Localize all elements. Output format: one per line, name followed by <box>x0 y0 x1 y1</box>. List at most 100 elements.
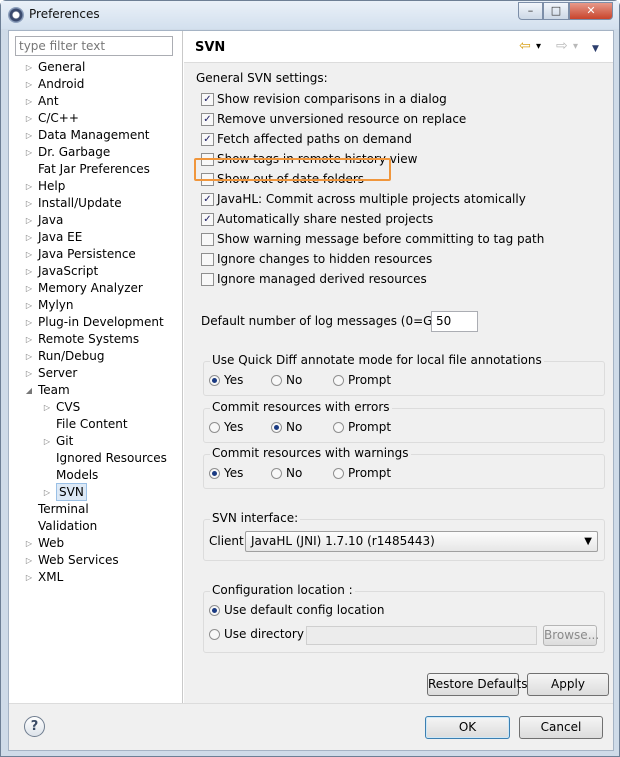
page-header: SVN ⇦ ▾ ⇨ ▾ ▼ <box>184 31 613 63</box>
right-pane: SVN ⇦ ▾ ⇨ ▾ ▼ General SVN settings: ✓ Sho… <box>184 31 613 703</box>
eclipse-icon <box>8 7 24 23</box>
tree-item-label: Web <box>38 536 65 550</box>
expand-arrow-icon[interactable]: ▷ <box>24 93 34 110</box>
log-count-label: Default number of log messages (0=Get Al… <box>201 314 468 328</box>
radio-label: No <box>286 420 303 434</box>
restore-defaults-button[interactable]: Restore Defaults <box>427 673 527 696</box>
expand-arrow-icon[interactable]: ▷ <box>24 297 34 314</box>
checkbox-checked-icon: ✓ <box>201 113 214 126</box>
tree-item-label: Validation <box>38 519 98 533</box>
checkbox-checked-icon: ✓ <box>201 93 214 106</box>
expand-arrow-icon[interactable]: ▷ <box>24 144 34 161</box>
dialog-body: type filter text ▷ General ▷ Android ▷ Ant ▷ C/… <box>8 30 614 751</box>
expand-arrow-icon[interactable]: ▷ <box>24 59 34 76</box>
tree-item-label: Fat Jar Preferences <box>38 162 150 176</box>
radio-label: Yes <box>224 466 244 480</box>
page-title: SVN <box>195 40 226 55</box>
expand-arrow-icon[interactable]: ▷ <box>24 76 34 93</box>
tree-item-label: C/C++ <box>38 111 79 125</box>
close-button[interactable]: ✕ <box>569 2 613 20</box>
view-menu-icon[interactable]: ▼ <box>592 43 599 55</box>
filter-input[interactable]: type filter text <box>15 36 173 56</box>
expand-arrow-icon[interactable]: ▷ <box>42 433 52 450</box>
minimize-button[interactable]: – <box>518 2 543 20</box>
client-select[interactable]: JavaHL (JNI) 1.7.10 (r1485443) ▼ <box>245 531 598 552</box>
tree-item-label: General <box>38 60 86 74</box>
expand-arrow-icon[interactable]: ▷ <box>24 263 34 280</box>
ok-button[interactable]: OK <box>425 716 510 739</box>
option-label: Fetch affected paths on demand <box>217 132 412 146</box>
tree-item-label: Android <box>38 77 85 91</box>
apply-button[interactable]: Apply <box>527 673 609 696</box>
checkbox-checked-icon: ✓ <box>201 133 214 146</box>
radio-group-title: Commit resources with errors <box>210 400 392 414</box>
checkbox-empty-icon <box>201 253 214 266</box>
maximize-button[interactable]: □ <box>543 2 569 20</box>
expand-arrow-icon[interactable]: ▷ <box>24 331 34 348</box>
expand-arrow-icon[interactable]: ▷ <box>24 127 34 144</box>
radio-dot <box>209 468 220 479</box>
expand-arrow-icon[interactable]: ▷ <box>24 110 34 127</box>
tree-item-label: Java Persistence <box>38 247 136 261</box>
client-select-value: JavaHL (JNI) 1.7.10 (r1485443) <box>251 534 435 548</box>
radio-dot <box>209 605 220 616</box>
radio-label: Prompt <box>348 420 392 434</box>
tree-item-label: Plug-in Development <box>38 315 164 329</box>
tree-item-label: Ant <box>38 94 59 108</box>
expand-arrow-icon[interactable]: ▷ <box>24 195 34 212</box>
expand-arrow-icon[interactable]: ▷ <box>24 229 34 246</box>
radio-dot <box>271 375 282 386</box>
window-title: Preferences <box>29 7 100 21</box>
option-label: JavaHL: Commit across multiple projects … <box>217 192 526 206</box>
tree-item-label: Server <box>38 366 78 380</box>
radio-dot <box>209 375 220 386</box>
expand-arrow-icon[interactable]: ▷ <box>24 280 34 297</box>
chevron-down-icon: ▼ <box>584 536 592 547</box>
tree-item-label: Dr. Garbage <box>38 145 111 159</box>
tree-item-label: CVS <box>56 400 81 414</box>
option-label: Show revision comparisons in a dialog <box>217 92 447 106</box>
forward-dropdown-icon[interactable]: ▾ <box>573 41 578 53</box>
expand-arrow-icon[interactable]: ▷ <box>42 399 52 416</box>
use-default-config-label: Use default config location <box>224 603 385 617</box>
radio-group-title: Use Quick Diff annotate mode for local f… <box>210 353 544 367</box>
expand-arrow-icon[interactable]: ▷ <box>42 484 52 501</box>
tree-item-label: Run/Debug <box>38 349 105 363</box>
use-directory-label: Use directory : <box>224 627 312 641</box>
directory-input <box>306 626 537 645</box>
title-bar[interactable]: Preferences – □ ✕ <box>1 1 619 29</box>
cancel-button[interactable]: Cancel <box>519 716 603 739</box>
expand-arrow-icon[interactable]: ▷ <box>24 365 34 382</box>
expand-arrow-icon[interactable]: ▷ <box>24 569 34 586</box>
expand-arrow-icon[interactable]: ▷ <box>24 552 34 569</box>
forward-arrow-icon[interactable]: ⇨ <box>556 39 568 53</box>
tree-item-label: JavaScript <box>38 264 99 278</box>
tree-item-label: Remote Systems <box>38 332 140 346</box>
radio-group: Commit resources with warnings <box>203 446 605 489</box>
radio-dot <box>209 629 220 640</box>
left-pane: type filter text ▷ General ▷ Android ▷ Ant ▷ C/… <box>9 31 183 703</box>
tree-item-label: Web Services <box>38 553 119 567</box>
log-count-input[interactable]: 50 <box>431 311 478 332</box>
help-icon[interactable]: ? <box>24 716 45 737</box>
expand-arrow-icon[interactable]: ▷ <box>24 314 34 331</box>
expand-arrow-icon[interactable]: ▷ <box>24 212 34 229</box>
tree-item-label: Help <box>38 179 66 193</box>
back-arrow-icon[interactable]: ⇦ <box>519 39 531 53</box>
radio-group: Use Quick Diff annotate mode for local f… <box>203 353 605 396</box>
expand-arrow-icon[interactable]: ▷ <box>24 178 34 195</box>
radio-group-title: Commit resources with warnings <box>210 446 411 460</box>
radio-label: Yes <box>224 420 244 434</box>
tree-item-label: Models <box>56 468 99 482</box>
expand-arrow-icon[interactable]: ▷ <box>24 348 34 365</box>
tree-item-label: Team <box>38 383 70 397</box>
tree-item-label: Terminal <box>38 502 89 516</box>
expand-arrow-icon[interactable]: ▷ <box>24 246 34 263</box>
option-label: Ignore changes to hidden resources <box>217 252 433 266</box>
back-dropdown-icon[interactable]: ▾ <box>536 41 541 53</box>
radio-dot <box>333 422 344 433</box>
radio-label: Prompt <box>348 466 392 480</box>
svn-interface-title: SVN interface: <box>210 511 301 525</box>
expand-arrow-icon[interactable]: ▷ <box>24 535 34 552</box>
expand-arrow-icon[interactable]: ◢ <box>24 382 34 399</box>
